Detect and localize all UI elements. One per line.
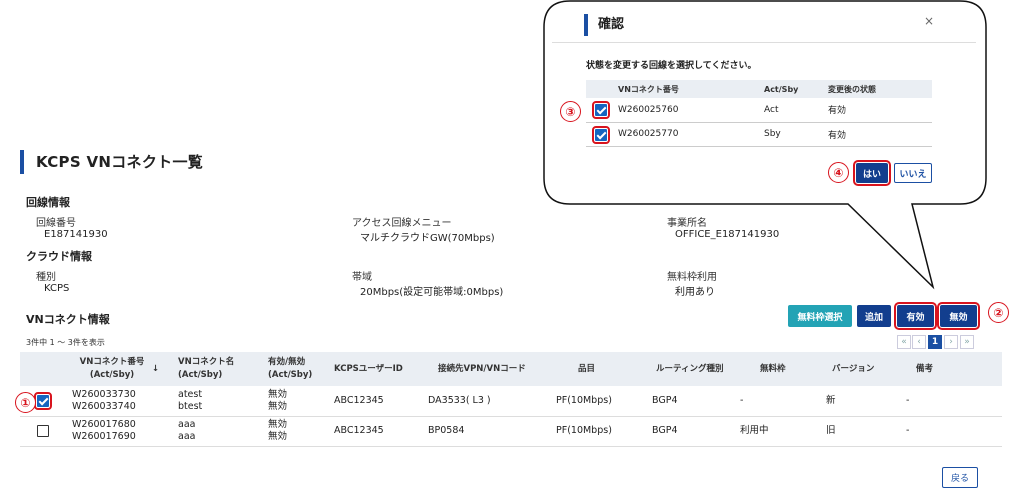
dialog-message: 状態を変更する回線を選択してください。 (586, 61, 757, 71)
no-button[interactable]: いいえ (894, 163, 932, 183)
dialog-header-type: Act/Sby (734, 80, 812, 98)
yes-button[interactable]: はい (853, 160, 891, 186)
dialog-row-2-state: 有効 (812, 122, 932, 147)
dialog-header-number: VNコネクト番号 (586, 80, 734, 98)
dialog-table: VNコネクト番号 Act/Sby 変更後の状態 W260025760 Act 有… (586, 80, 932, 147)
dialog-bubble (543, 0, 987, 290)
step-3-marker: ③ (560, 101, 581, 122)
dialog-row-2-checkbox[interactable] (592, 125, 610, 144)
dialog-row: W260025760 Act 有効 (586, 98, 932, 123)
dialog-row: W260025770 Sby 有効 (586, 122, 932, 147)
dialog-header-row: VNコネクト番号 Act/Sby 変更後の状態 (586, 80, 932, 98)
dialog-row-2-type: Sby (734, 122, 812, 147)
dialog-row-1-type: Act (734, 98, 812, 123)
dialog-divider (552, 42, 976, 43)
step-4-marker: ④ (828, 162, 849, 183)
dialog-row-1-state: 有効 (812, 98, 932, 123)
dialog-row-1-number: W260025760 (618, 104, 679, 115)
dialog-row-2-number: W260025770 (618, 129, 679, 139)
dialog-title: 確認 (584, 14, 624, 36)
close-icon[interactable]: × (924, 14, 934, 28)
dialog-row-1-checkbox[interactable] (592, 101, 610, 119)
dialog-header-state: 変更後の状態 (812, 80, 932, 98)
